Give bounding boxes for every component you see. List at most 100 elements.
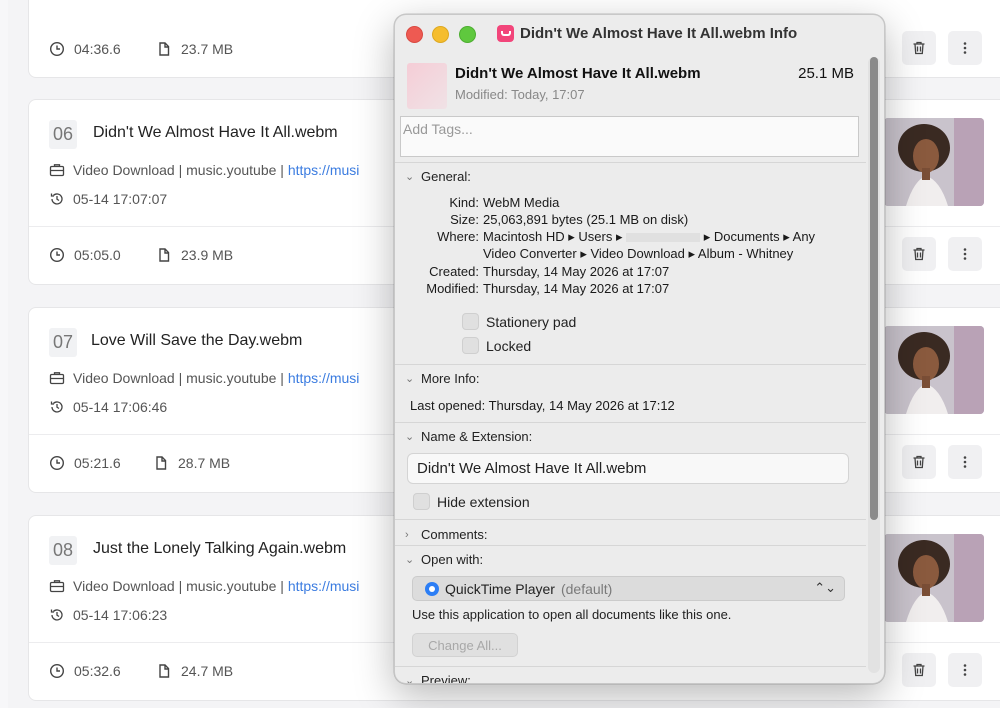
- item-source: Video Download | music.youtube | https:/…: [49, 162, 359, 178]
- hide-extension-checkbox[interactable]: [413, 493, 430, 510]
- open-with-description: Use this application to open all documen…: [412, 607, 732, 622]
- size-text: 24.7 MB: [181, 663, 234, 679]
- name-extension-input[interactable]: Didn't We Almost Have It All.webm: [407, 453, 849, 484]
- item-index: 06: [49, 120, 78, 149]
- app-default-tag: (default): [560, 580, 613, 597]
- clock-icon: [49, 663, 65, 679]
- file-info-window[interactable]: Didn't We Almost Have It All.webm Info D…: [394, 14, 885, 684]
- album-thumbnail: [884, 534, 984, 622]
- briefcase-icon: [49, 372, 65, 385]
- scrollbar[interactable]: [868, 57, 880, 673]
- file-header: Didn't We Almost Have It All.webm 25.1 M…: [405, 63, 858, 113]
- trash-icon: [913, 41, 925, 55]
- last-opened-row: Last opened: Thursday, 14 May 2026 at 17…: [410, 397, 675, 414]
- chevron-down-icon: ⌄: [405, 373, 415, 385]
- window-titlebar[interactable]: Didn't We Almost Have It All.webm Info: [395, 15, 884, 55]
- duration-stat: 05:32.6: [49, 663, 121, 679]
- open-with-select[interactable]: QuickTime Player (default) ⌃⌄: [412, 576, 845, 601]
- size-value: 25,063,891 bytes (25.1 MB on disk): [483, 212, 689, 227]
- more-button[interactable]: [948, 237, 982, 271]
- window-title-text: Didn't We Almost Have It All.webm Info: [520, 25, 798, 42]
- datetime-text: 05-14 17:07:07: [73, 191, 168, 207]
- stationery-label: Stationery pad: [486, 313, 577, 330]
- more-button[interactable]: [948, 445, 982, 479]
- clock-icon: [49, 41, 65, 57]
- size-stat: 23.9 MB: [156, 247, 233, 263]
- source-link[interactable]: https://musi: [288, 578, 360, 594]
- divider: [395, 162, 866, 163]
- comments-section-toggle[interactable]: › Comments:: [405, 527, 487, 542]
- modified-value: Thursday, 14 May 2026 at 17:07: [483, 281, 670, 296]
- delete-button[interactable]: [902, 31, 936, 65]
- size-text: 23.9 MB: [181, 247, 234, 263]
- item-title[interactable]: Love Will Save the Day.webm: [91, 332, 302, 350]
- briefcase-icon: [49, 164, 65, 177]
- trash-icon: [913, 455, 925, 469]
- duration-stat: 04:36.6: [49, 41, 121, 57]
- more-button[interactable]: [948, 653, 982, 687]
- last-opened-value: Thursday, 14 May 2026 at 17:12: [488, 398, 675, 413]
- item-source: Video Download | music.youtube | https:/…: [49, 370, 359, 386]
- stationery-checkbox-row[interactable]: Stationery pad: [462, 313, 576, 330]
- divider: [395, 519, 866, 520]
- delete-button[interactable]: [902, 237, 936, 271]
- chevron-down-icon: ⌄: [405, 431, 415, 443]
- modified-label: Modified:: [426, 281, 479, 296]
- delete-button[interactable]: [902, 653, 936, 687]
- file-preview-icon: [407, 63, 447, 109]
- kind-row: Kind: WebM Media: [449, 194, 559, 211]
- divider: [395, 545, 866, 546]
- album-thumbnail: [884, 326, 984, 414]
- open-with-section-toggle[interactable]: ⌄ Open with:: [405, 552, 483, 567]
- datetime-text: 05-14 17:06:46: [73, 399, 168, 415]
- trash-icon: [913, 663, 925, 677]
- item-title[interactable]: Just the Lonely Talking Again.webm: [93, 540, 346, 558]
- locked-checkbox-row[interactable]: Locked: [462, 337, 531, 354]
- item-datetime: 05-14 17:06:46: [49, 399, 167, 415]
- where-path-end: ▸ Documents ▸ Any: [703, 229, 816, 244]
- app-icon: [497, 25, 514, 42]
- app-name: QuickTime Player: [445, 580, 555, 597]
- size-stat: 23.7 MB: [156, 41, 233, 57]
- source-text: Video Download | music.youtube |: [73, 370, 288, 386]
- history-icon: [50, 193, 63, 205]
- section-title: Preview:: [421, 673, 471, 683]
- zoom-button[interactable]: [459, 26, 476, 43]
- chevron-down-icon: ⌄: [405, 675, 415, 683]
- locked-checkbox[interactable]: [462, 337, 479, 354]
- redacted-username: [626, 233, 701, 243]
- size-stat: 28.7 MB: [153, 455, 230, 471]
- section-title: General:: [421, 169, 471, 184]
- divider: [395, 666, 866, 667]
- hide-extension-row[interactable]: Hide extension: [413, 493, 530, 510]
- minimize-button[interactable]: [432, 26, 449, 43]
- window-title: Didn't We Almost Have It All.webm Info: [497, 25, 797, 42]
- preview-section-toggle[interactable]: ⌄ Preview:: [405, 673, 471, 683]
- info-scroll-area[interactable]: Didn't We Almost Have It All.webm 25.1 M…: [395, 55, 866, 683]
- file-modified: Modified: Today, 17:07: [455, 87, 585, 102]
- close-button[interactable]: [406, 26, 423, 43]
- last-opened-label: Last opened:: [410, 398, 486, 413]
- more-info-section-toggle[interactable]: ⌄ More Info:: [405, 371, 480, 386]
- scrollbar-thumb[interactable]: [870, 57, 878, 520]
- datetime-text: 05-14 17:06:23: [73, 607, 168, 623]
- locked-label: Locked: [486, 337, 532, 354]
- album-thumbnail: [884, 118, 984, 206]
- clock-icon: [49, 455, 65, 471]
- general-section-toggle[interactable]: ⌄ General:: [405, 169, 471, 184]
- source-link[interactable]: https://musi: [288, 370, 360, 386]
- source-text: Video Download | music.youtube |: [73, 578, 288, 594]
- file-icon: [159, 664, 170, 678]
- item-title[interactable]: Didn't We Almost Have It All.webm: [93, 124, 338, 142]
- stationery-checkbox[interactable]: [462, 313, 479, 330]
- file-icon: [159, 42, 170, 56]
- chevron-down-icon: ⌄: [405, 171, 415, 183]
- more-button[interactable]: [948, 31, 982, 65]
- delete-button[interactable]: [902, 445, 936, 479]
- change-all-button[interactable]: Change All...: [412, 633, 518, 657]
- modified-row: Modified: Thursday, 14 May 2026 at 17:07: [426, 280, 670, 297]
- duration-text: 05:21.6: [74, 455, 121, 471]
- tags-field[interactable]: Add Tags...: [400, 116, 859, 157]
- source-link[interactable]: https://musi: [288, 162, 360, 178]
- name-extension-section-toggle[interactable]: ⌄ Name & Extension:: [405, 429, 532, 444]
